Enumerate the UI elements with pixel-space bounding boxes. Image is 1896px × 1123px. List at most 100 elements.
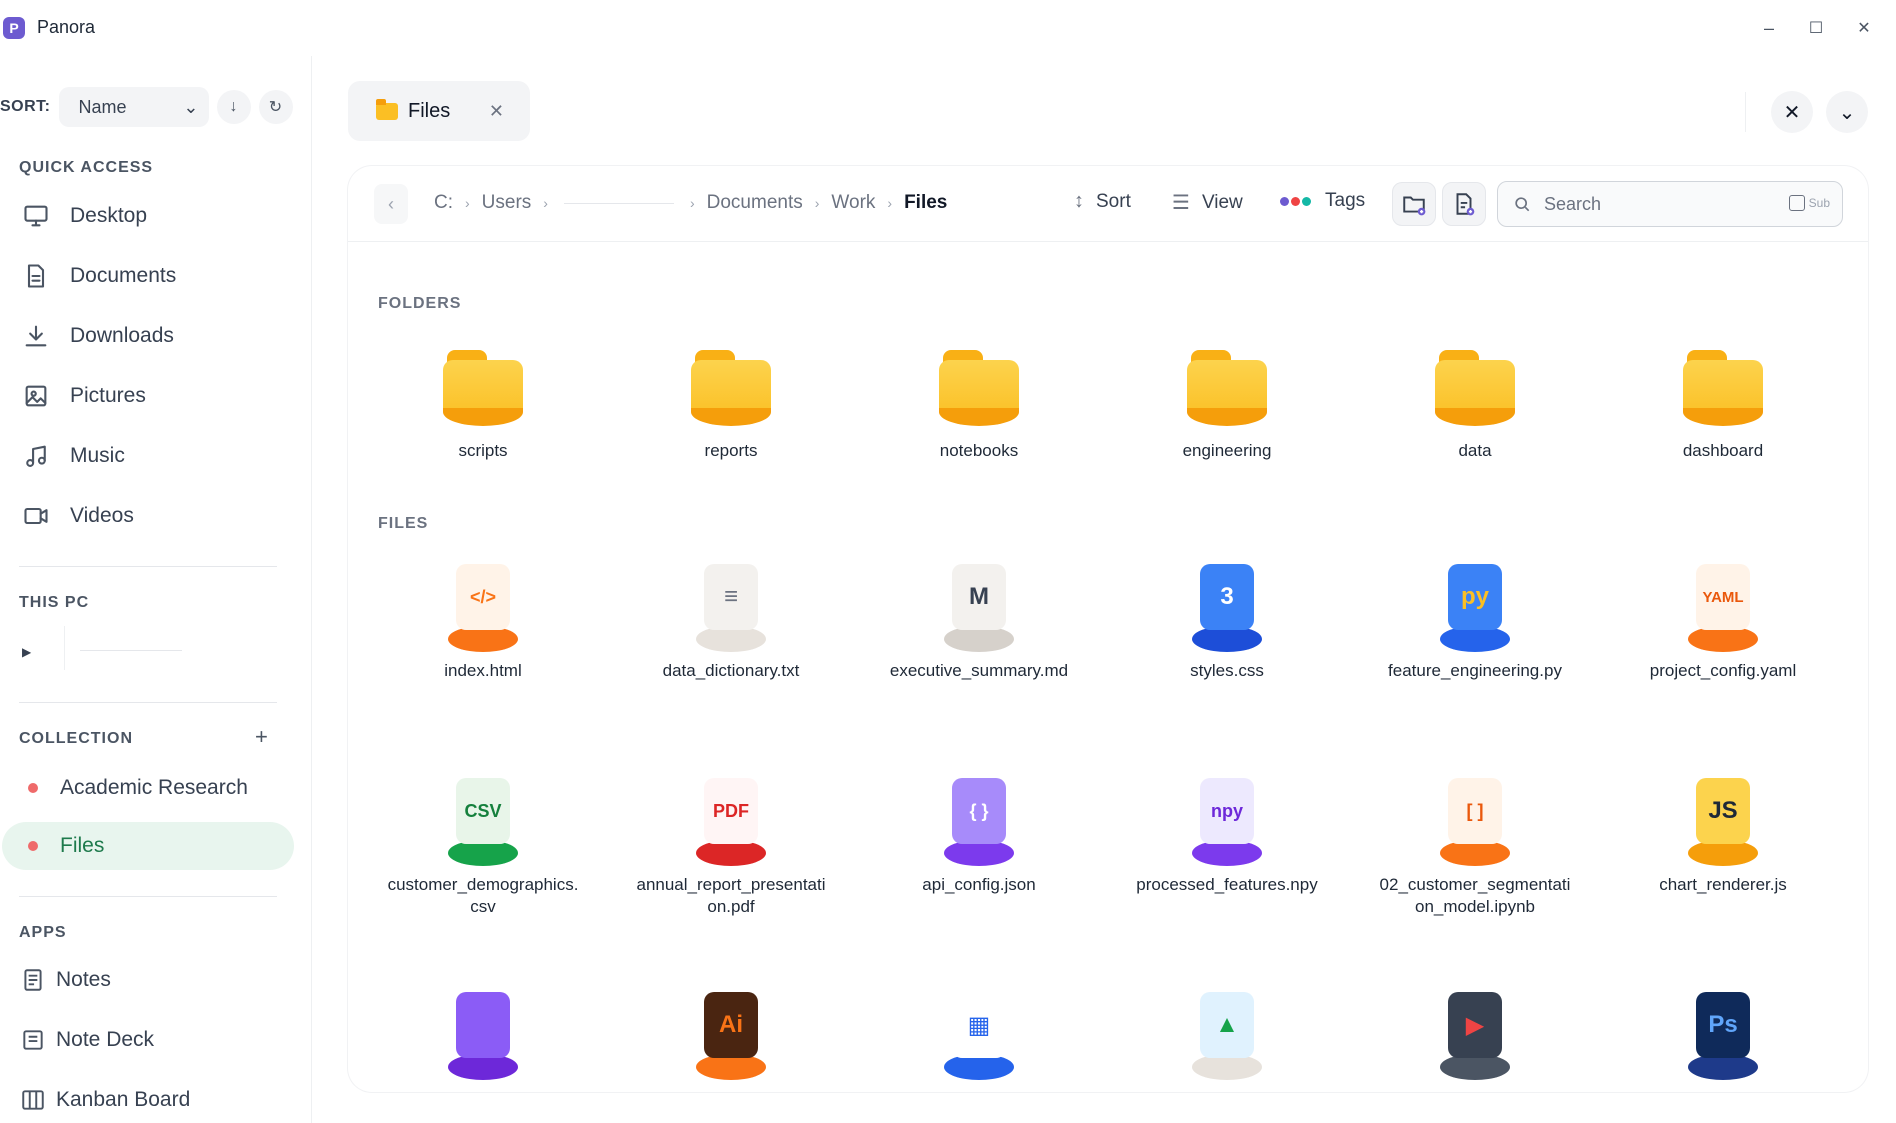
file-item[interactable]: ▦: [874, 984, 1084, 1088]
file-type-icon: Ps: [1678, 984, 1768, 1080]
file-badge: PDF: [704, 778, 758, 844]
app-item-label: Kanban Board: [56, 1088, 191, 1111]
view-button-label: View: [1201, 191, 1243, 213]
sidebar-item-downloads[interactable]: Downloads: [0, 312, 294, 360]
file-type-icon: { }: [934, 770, 1024, 866]
new-folder-button[interactable]: [1392, 182, 1436, 226]
maximize-button[interactable]: ☐: [1802, 14, 1830, 42]
file-item[interactable]: [378, 984, 588, 1088]
search-box[interactable]: Search Sub: [1497, 181, 1843, 227]
folder-item[interactable]: reports: [626, 336, 836, 462]
file-item[interactable]: CSV customer_demographics.csv: [378, 770, 588, 918]
folder-item[interactable]: data: [1370, 336, 1580, 462]
app-item-notes[interactable]: Notes: [0, 956, 294, 1004]
checkbox[interactable]: [1788, 195, 1805, 211]
file-item[interactable]: </> index.html: [378, 556, 588, 682]
folder-item[interactable]: engineering: [1122, 336, 1332, 462]
file-item[interactable]: Mexecutive_summary.md: [874, 556, 1084, 682]
file-badge: npy: [1200, 778, 1254, 844]
search-icon: [1515, 197, 1530, 212]
sidebar-item-label: Documents: [70, 264, 177, 287]
file-item[interactable]: ▶: [1370, 984, 1580, 1088]
refresh-button[interactable]: ↻: [258, 90, 293, 124]
file-item[interactable]: { } api_config.json: [874, 770, 1084, 896]
file-name: customer_demographics.csv: [387, 875, 579, 916]
collection-color-dot: [28, 841, 38, 851]
collection-color-dot: [28, 783, 38, 793]
breadcrumb-users[interactable]: Users: [482, 192, 532, 214]
file-type-icon: ▦: [934, 984, 1024, 1080]
close-window-button[interactable]: ✕: [1850, 14, 1878, 42]
music-icon: [26, 445, 46, 467]
folder-item[interactable]: notebooks: [874, 336, 1084, 462]
collection-item-files[interactable]: Files: [2, 822, 294, 870]
search-input[interactable]: Search: [1544, 194, 1601, 215]
title-bar: P Panora – ☐ ✕: [0, 0, 1896, 56]
sidebar-item-desktop[interactable]: Desktop: [0, 192, 294, 240]
file-name: executive_summary.md: [889, 661, 1069, 680]
app-item-kanban-board[interactable]: Kanban Board: [0, 1076, 294, 1123]
sidebar-item-pictures[interactable]: Pictures: [0, 372, 294, 420]
sort-select[interactable]: Name ⌄: [58, 87, 209, 127]
folder-icon: [438, 336, 528, 432]
breadcrumb-documents[interactable]: Documents: [707, 192, 803, 214]
back-button[interactable]: ‹: [374, 184, 408, 224]
file-item[interactable]: 3 styles.css: [1122, 556, 1332, 682]
divider: [19, 566, 277, 567]
add-collection-button[interactable]: +: [255, 724, 268, 750]
file-type-icon: M: [934, 556, 1024, 652]
file-item[interactable]: PDF annual_report_presentation.pdf: [626, 770, 836, 918]
download-icon: [25, 325, 47, 347]
tags-button[interactable]: Tags: [1280, 190, 1365, 212]
file-badge: </>: [456, 564, 510, 630]
drive-placeholder: [80, 650, 182, 651]
apps-title: APPS: [19, 924, 67, 941]
sidebar-item-music[interactable]: Music: [0, 432, 294, 480]
file-badge: JS: [1696, 778, 1750, 844]
file-item[interactable]: ▲: [1122, 984, 1332, 1088]
folder-icon: [686, 336, 776, 432]
sort-button[interactable]: ↕ Sort: [1074, 190, 1131, 213]
sub-label: Sub: [1808, 196, 1830, 210]
files-section-title: FILES: [378, 515, 429, 532]
expand-arrow-icon[interactable]: ▶: [22, 645, 31, 659]
file-item[interactable]: [ ] 02_customer_segmentation_model.ipynb: [1370, 770, 1580, 918]
note-deck-icon: [23, 1030, 43, 1050]
file-item[interactable]: JS chart_renderer.js: [1618, 770, 1828, 896]
file-type-icon: 3: [1182, 556, 1272, 652]
breadcrumb-files[interactable]: Files: [904, 192, 947, 214]
folder-item[interactable]: scripts: [378, 336, 588, 462]
breadcrumb-hidden-user[interactable]: [563, 202, 674, 204]
new-file-button[interactable]: [1442, 182, 1486, 226]
file-name: data_dictionary.txt: [662, 661, 800, 680]
file-item[interactable]: Ps: [1618, 984, 1828, 1088]
app-item-note-deck[interactable]: Note Deck: [0, 1016, 294, 1064]
minimize-button[interactable]: –: [1755, 14, 1783, 42]
tab-menu-button[interactable]: ⌄: [1826, 91, 1868, 133]
file-name: project_config.yaml: [1649, 661, 1797, 680]
notes-icon: [24, 969, 42, 991]
file-badge: Ps: [1696, 992, 1750, 1058]
collection-item-academic-research[interactable]: Academic Research: [2, 764, 294, 812]
subfolder-toggle[interactable]: Sub: [1788, 195, 1830, 211]
close-tab-icon[interactable]: ✕: [489, 101, 504, 122]
file-type-icon: PDF: [686, 770, 776, 866]
sort-label: SORT:: [0, 98, 51, 115]
breadcrumb-work[interactable]: Work: [831, 192, 875, 214]
breadcrumb-drive[interactable]: C:: [434, 192, 453, 214]
file-item[interactable]: npy processed_features.npy: [1122, 770, 1332, 896]
file-item[interactable]: YAML project_config.yaml: [1618, 556, 1828, 682]
folder-item[interactable]: dashboard: [1618, 336, 1828, 462]
file-item[interactable]: py feature_engineering.py: [1370, 556, 1580, 682]
view-button[interactable]: ☰ View: [1172, 190, 1243, 215]
sidebar-item-videos[interactable]: Videos: [0, 492, 294, 540]
collection-item-label: Files: [60, 834, 105, 857]
close-all-button[interactable]: ✕: [1771, 91, 1813, 133]
sort-direction-button[interactable]: ↓: [216, 90, 251, 124]
file-item[interactable]: Ai: [626, 984, 836, 1088]
file-name: feature_engineering.py: [1388, 661, 1562, 680]
file-item[interactable]: ≡ data_dictionary.txt: [626, 556, 836, 682]
sidebar-item-documents[interactable]: Documents: [0, 252, 294, 300]
tab-files[interactable]: Files ✕: [348, 81, 530, 141]
divider: [19, 896, 277, 897]
